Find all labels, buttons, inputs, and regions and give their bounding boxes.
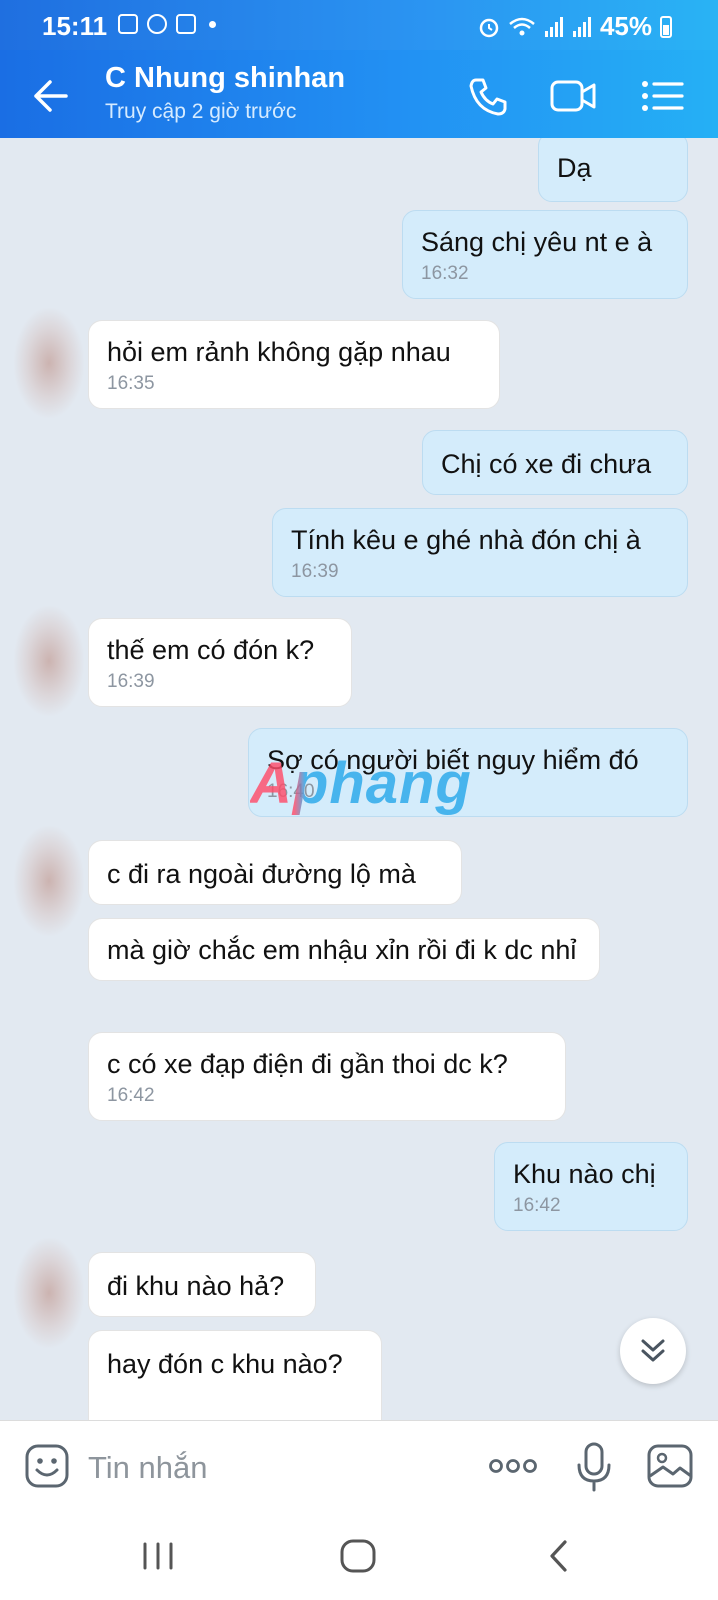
message-time: 16:35 xyxy=(107,373,155,394)
message-time: 16:39 xyxy=(107,671,155,692)
message-composer xyxy=(0,1420,718,1513)
message-text: c có xe đạp điện đi gần thoi dc k? xyxy=(107,1049,508,1079)
more-dots-icon[interactable] xyxy=(488,1451,538,1481)
contact-name[interactable]: C Nhung shinhan xyxy=(105,62,345,95)
message-bubble-incoming[interactable]: c đi ra ngoài đường lộ mà xyxy=(88,840,462,905)
message-list[interactable]: Dạ Sáng chị yêu nt e à 16:32 hỏi em rảnh… xyxy=(0,138,718,1420)
battery-icon xyxy=(660,15,672,38)
contact-avatar[interactable] xyxy=(14,1238,84,1348)
signal-2-icon xyxy=(572,16,591,37)
message-time: 16:40 xyxy=(267,781,315,802)
message-bubble-outgoing[interactable]: Sợ có người biết nguy hiểm đó 16:40 xyxy=(248,728,688,817)
wifi-icon xyxy=(509,17,535,35)
list-menu-icon[interactable] xyxy=(640,74,686,118)
message-bubble-incoming[interactable]: mà giờ chắc em nhậu xỉn rồi đi k dc nhỉ xyxy=(88,918,600,981)
message-bubble-incoming[interactable]: thế em có đón k? 16:39 xyxy=(88,618,352,707)
message-bubble-incoming[interactable]: đi khu nào hả? xyxy=(88,1252,316,1317)
message-bubble-incoming[interactable]: hay đón c khu nào? xyxy=(88,1330,382,1420)
message-text: Dạ xyxy=(557,153,592,183)
system-navigation-bar xyxy=(0,1512,718,1600)
message-text: đi khu nào hả? xyxy=(107,1271,285,1301)
back-arrow-icon[interactable] xyxy=(28,74,72,118)
more-notifications-dot xyxy=(209,20,216,28)
contact-last-seen: Truy cập 2 giờ trước xyxy=(105,100,297,123)
app-notification-icon xyxy=(176,14,196,34)
contact-avatar[interactable] xyxy=(14,308,84,418)
message-text: Sáng chị yêu nt e à xyxy=(421,227,653,257)
system-indicators: 45% xyxy=(478,11,672,42)
double-chevron-down-icon xyxy=(641,1339,665,1362)
message-input[interactable] xyxy=(86,1443,460,1493)
message-bubble-incoming[interactable]: hỏi em rảnh không gặp nhau 16:35 xyxy=(88,320,500,409)
scroll-to-bottom-button[interactable] xyxy=(620,1318,686,1384)
message-time: 16:32 xyxy=(421,263,469,284)
message-bubble-outgoing[interactable]: Tính kêu e ghé nhà đón chị à 16:39 xyxy=(272,508,688,597)
recent-apps-icon[interactable] xyxy=(136,1534,180,1578)
message-time: 16:42 xyxy=(513,1195,561,1216)
sticker-face-icon[interactable] xyxy=(24,1443,70,1489)
microphone-icon[interactable] xyxy=(574,1441,614,1493)
message-text: mà giờ chắc em nhậu xỉn rồi đi k dc nhỉ xyxy=(107,935,577,965)
battery-percent: 45% xyxy=(599,11,652,41)
message-text: hay đón c khu nào? xyxy=(107,1349,343,1379)
signal-1-icon xyxy=(544,16,563,37)
video-camera-icon[interactable] xyxy=(550,74,596,118)
cloud-notification-icon xyxy=(147,14,167,34)
home-icon[interactable] xyxy=(336,1534,380,1578)
status-time: 15:11 xyxy=(42,11,108,41)
message-bubble-incoming[interactable]: c có xe đạp điện đi gần thoi dc k? 16:42 xyxy=(88,1032,566,1121)
message-text: c đi ra ngoài đường lộ mà xyxy=(107,859,416,889)
contact-avatar[interactable] xyxy=(14,826,84,936)
message-text: Sợ có người biết nguy hiểm đó xyxy=(267,745,639,775)
message-bubble-outgoing[interactable]: Chị có xe đi chưa xyxy=(422,430,688,495)
message-time: 16:39 xyxy=(291,561,339,582)
image-icon[interactable] xyxy=(646,1443,694,1489)
message-text: Khu nào chị xyxy=(513,1159,656,1189)
gallery-notification-icon xyxy=(118,14,138,34)
message-bubble-outgoing[interactable]: Sáng chị yêu nt e à 16:32 xyxy=(402,210,688,299)
status-bar: 15:11 45% xyxy=(0,0,718,50)
chat-header: C Nhung shinhan Truy cập 2 giờ trước xyxy=(0,50,718,138)
message-time: 16:42 xyxy=(107,1085,155,1106)
alarm-icon xyxy=(479,18,499,37)
notification-icons xyxy=(118,14,216,34)
message-bubble-outgoing[interactable]: Khu nào chị 16:42 xyxy=(494,1142,688,1231)
message-bubble-outgoing[interactable]: Dạ xyxy=(538,138,688,202)
back-nav-icon[interactable] xyxy=(538,1534,582,1578)
message-text: hỏi em rảnh không gặp nhau xyxy=(107,337,451,367)
message-text: Tính kêu e ghé nhà đón chị à xyxy=(291,525,641,555)
phone-icon[interactable] xyxy=(466,74,512,118)
message-text: thế em có đón k? xyxy=(107,635,315,665)
contact-avatar[interactable] xyxy=(14,606,84,716)
message-text: Chị có xe đi chưa xyxy=(441,449,652,479)
